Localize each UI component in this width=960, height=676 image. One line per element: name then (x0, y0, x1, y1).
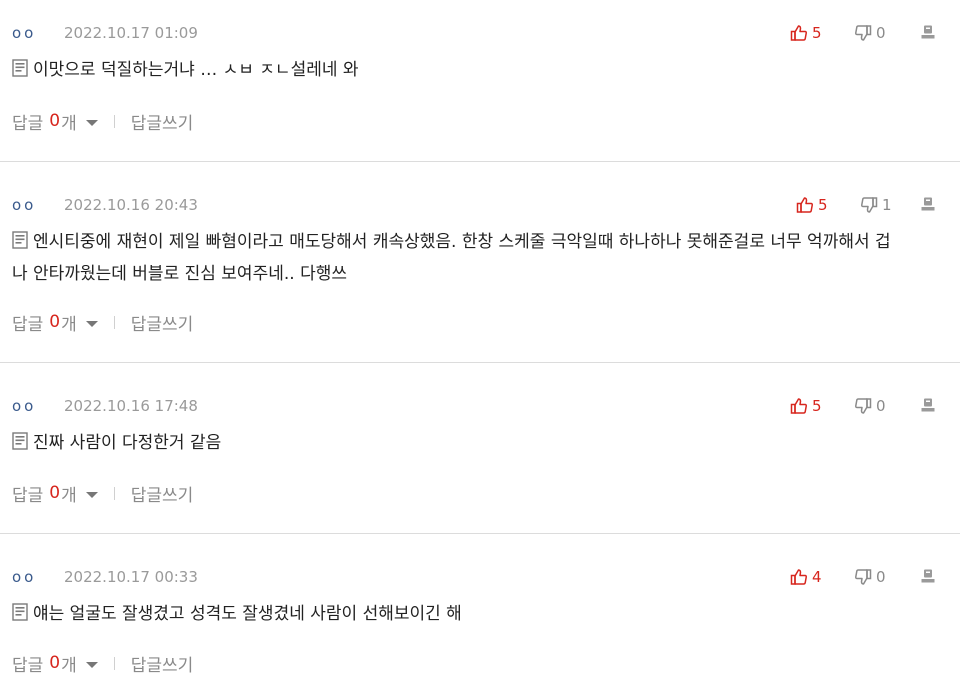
reply-unit: 개 (61, 485, 77, 506)
like-count: 5 (812, 24, 822, 42)
comment-body: 얘는 얼굴도 잘생겼고 성격도 잘생겼네 사람이 선해보이긴 해 (12, 598, 942, 630)
dislike-button[interactable]: 0 (854, 23, 886, 43)
memo-icon (12, 603, 28, 621)
reply-count: 0 (49, 483, 61, 503)
comment-meta: oo 2022.10.17 01:09 (12, 23, 198, 43)
reply-unit: 개 (61, 113, 77, 134)
comment-date: 2022.10.16 17:48 (64, 397, 198, 415)
comment-divider (0, 533, 960, 534)
dislike-count: 0 (876, 24, 886, 42)
reply-toggle-button[interactable]: 답글 0 개 (12, 651, 98, 676)
divider (113, 486, 115, 500)
report-icon[interactable] (920, 397, 936, 413)
comment-divider (0, 362, 960, 363)
comment-nickname[interactable]: oo (12, 195, 64, 215)
comment-body: 이맛으로 덕질하는거냐 … ㅅㅂ ㅈㄴ설레네 와 (12, 54, 942, 86)
reply-label: 답글 (12, 485, 44, 506)
reply-label: 답글 (12, 655, 44, 676)
thumbs-down-icon (854, 397, 872, 415)
reply-bar: 답글 0 개 답글쓰기 (12, 109, 194, 134)
memo-icon (12, 59, 28, 77)
comment-date: 2022.10.16 20:43 (64, 196, 198, 214)
like-button[interactable]: 5 (796, 195, 828, 215)
chevron-down-icon (85, 320, 98, 327)
comment-item: oo 2022.10.16 20:43 5 1 엔시티중에 재현이 제일 빠혐이… (0, 195, 960, 361)
comment-date: 2022.10.17 00:33 (64, 568, 198, 586)
comment-nickname[interactable]: oo (12, 567, 64, 587)
thumbs-up-icon (790, 24, 808, 42)
thumbs-up-icon (790, 568, 808, 586)
report-icon[interactable] (920, 24, 936, 40)
comment-meta: oo 2022.10.17 00:33 (12, 567, 198, 587)
thumbs-down-icon (854, 24, 872, 42)
comment-date: 2022.10.17 01:09 (64, 24, 198, 42)
thumbs-up-icon (790, 397, 808, 415)
chevron-down-icon (85, 661, 98, 668)
chevron-down-icon (85, 119, 98, 126)
divider (113, 315, 115, 329)
comment-divider (0, 161, 960, 162)
vote-group: 5 0 (780, 396, 960, 416)
like-count: 5 (818, 196, 828, 214)
reply-count: 0 (49, 653, 61, 673)
comment-body: 진짜 사람이 다정한거 같음 (12, 427, 942, 459)
thumbs-up-icon (796, 196, 814, 214)
like-button[interactable]: 5 (790, 396, 822, 416)
reply-toggle-button[interactable]: 답글 0 개 (12, 481, 98, 506)
dislike-count: 0 (876, 397, 886, 415)
thumbs-down-icon (854, 568, 872, 586)
write-reply-button[interactable]: 답글쓰기 (131, 310, 194, 335)
reply-toggle-button[interactable]: 답글 0 개 (12, 109, 98, 134)
comment-text-line: 이맛으로 덕질하는거냐 … ㅅㅂ ㅈㄴ설레네 와 (33, 60, 359, 80)
comment-text-line: 얘는 얼굴도 잘생겼고 성격도 잘생겼네 사람이 선해보이긴 해 (33, 604, 462, 624)
like-button[interactable]: 5 (790, 23, 822, 43)
memo-icon (12, 432, 28, 450)
memo-icon (12, 231, 28, 249)
reply-unit: 개 (61, 314, 77, 335)
like-count: 4 (812, 568, 822, 586)
divider (113, 114, 115, 128)
comment-item: oo 2022.10.17 01:09 5 0 이맛으로 덕질하는거냐 … ㅅㅂ… (0, 23, 960, 161)
reply-toggle-button[interactable]: 답글 0 개 (12, 310, 98, 335)
comment-item: oo 2022.10.16 17:48 5 0 진짜 사람이 다정한거 같음 답… (0, 396, 960, 533)
dislike-count: 0 (876, 568, 886, 586)
dislike-count: 1 (882, 196, 892, 214)
comment-body: 엔시티중에 재현이 제일 빠혐이라고 매도당해서 캐속상했음. 한창 스케줄 극… (12, 226, 942, 290)
dislike-button[interactable]: 0 (854, 567, 886, 587)
like-button[interactable]: 4 (790, 567, 822, 587)
reply-count: 0 (49, 312, 61, 332)
vote-group: 5 1 (780, 195, 960, 215)
write-reply-button[interactable]: 답글쓰기 (131, 651, 194, 676)
report-icon[interactable] (920, 568, 936, 584)
chevron-down-icon (85, 491, 98, 498)
dislike-button[interactable]: 1 (860, 195, 892, 215)
comment-item: oo 2022.10.17 00:33 4 0 얘는 얼굴도 잘생겼고 성격도 … (0, 567, 960, 676)
comment-text-line: 진짜 사람이 다정한거 같음 (33, 433, 222, 453)
reply-bar: 답글 0 개 답글쓰기 (12, 481, 194, 506)
reply-bar: 답글 0 개 답글쓰기 (12, 651, 194, 676)
reply-label: 답글 (12, 314, 44, 335)
vote-group: 5 0 (780, 23, 960, 43)
comment-nickname[interactable]: oo (12, 23, 64, 43)
report-icon[interactable] (920, 196, 936, 212)
comment-text-line: 엔시티중에 재현이 제일 빠혐이라고 매도당해서 캐속상했음. 한창 스케줄 극… (33, 232, 891, 252)
comment-meta: oo 2022.10.16 17:48 (12, 396, 198, 416)
comment-nickname[interactable]: oo (12, 396, 64, 416)
reply-bar: 답글 0 개 답글쓰기 (12, 310, 194, 335)
write-reply-button[interactable]: 답글쓰기 (131, 481, 194, 506)
comment-text-line: 나 안타까웠는데 버블로 진심 보여주네.. 다행쓰 (12, 264, 347, 284)
reply-label: 답글 (12, 113, 44, 134)
reply-count: 0 (49, 111, 61, 131)
reply-unit: 개 (61, 655, 77, 676)
comment-meta: oo 2022.10.16 20:43 (12, 195, 198, 215)
thumbs-down-icon (860, 196, 878, 214)
like-count: 5 (812, 397, 822, 415)
divider (113, 656, 115, 670)
dislike-button[interactable]: 0 (854, 396, 886, 416)
write-reply-button[interactable]: 답글쓰기 (131, 109, 194, 134)
vote-group: 4 0 (780, 567, 960, 587)
